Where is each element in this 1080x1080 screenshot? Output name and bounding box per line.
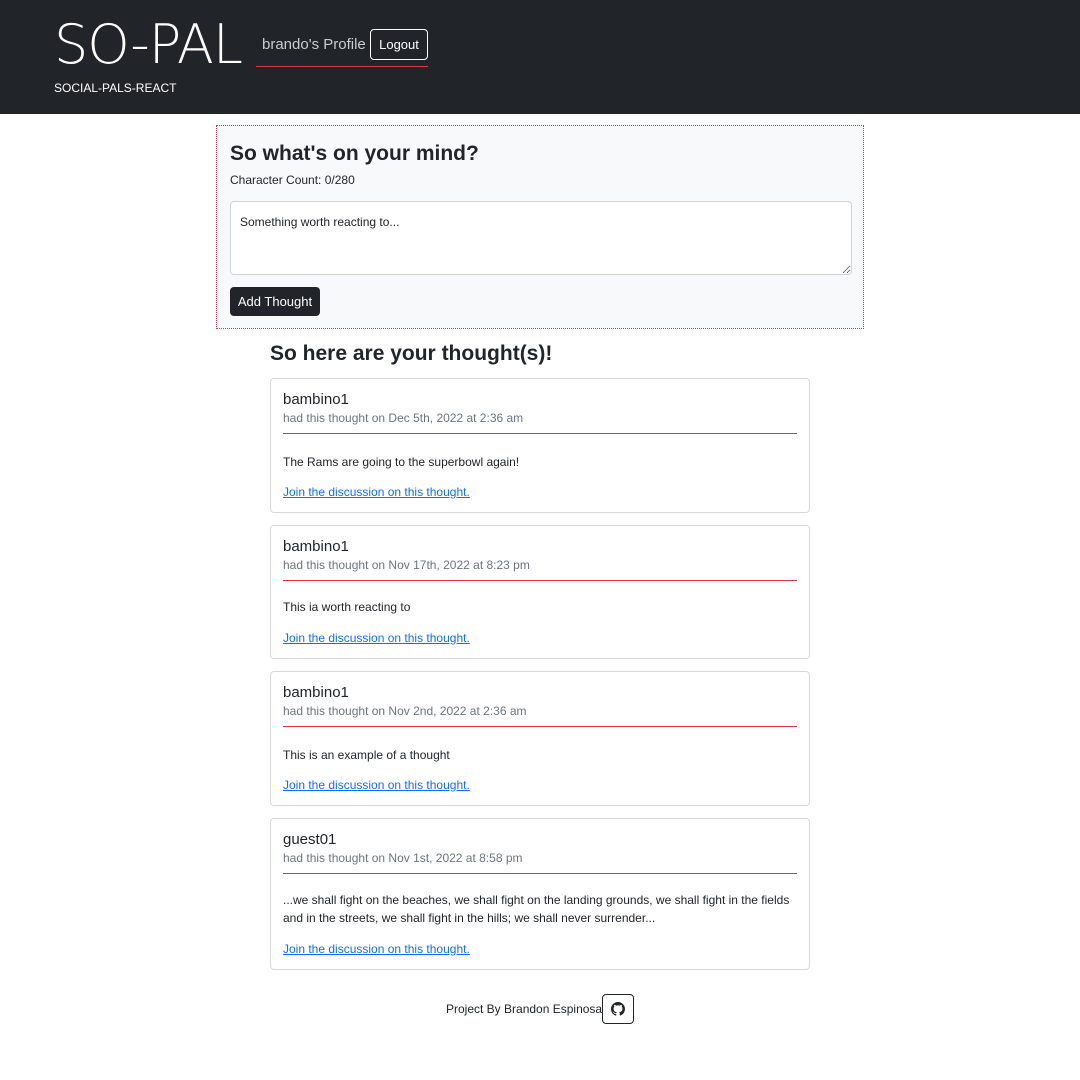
add-thought-button[interactable]: Add Thought	[230, 287, 320, 316]
thought-text: ...we shall fight on the beaches, we sha…	[283, 893, 790, 925]
join-discussion-link[interactable]: Join the discussion on this thought.	[283, 778, 470, 793]
thought-date: had this thought on Nov 17th, 2022 at 8:…	[283, 558, 530, 572]
thoughts-heading: So here are your thought(s)!	[270, 342, 553, 365]
card-divider	[283, 726, 797, 727]
thought-username: guest01	[283, 831, 337, 848]
thought-date: had this thought on Dec 5th, 2022 at 2:3…	[283, 411, 524, 425]
thought-username: bambino1	[283, 538, 349, 555]
logout-button[interactable]: Logout	[370, 29, 428, 60]
character-count: Character Count: 0/280	[230, 173, 355, 187]
profile-link[interactable]: brando's Profile	[262, 36, 366, 54]
site-footer: Project By Brandon Espinosa	[0, 994, 1080, 1024]
brand-subtitle: SOCIAL-PALS-REACT	[54, 81, 177, 95]
thought-text: This is an example of a thought	[283, 748, 450, 762]
thought-text: This ia worth reacting to	[283, 600, 411, 614]
join-discussion-link[interactable]: Join the discussion on this thought.	[283, 485, 470, 500]
profile-nav: brando's Profile Logout	[256, 29, 428, 67]
footer-credit: Project By Brandon Espinosa	[446, 1002, 603, 1016]
join-discussion-link[interactable]: Join the discussion on this thought.	[283, 942, 470, 957]
thought-card: bambino1 had this thought on Nov 2nd, 20…	[270, 671, 810, 806]
card-divider	[283, 433, 797, 434]
join-discussion-link[interactable]: Join the discussion on this thought.	[283, 631, 470, 646]
site-header: SO-PAL SOCIAL-PALS-REACT brando's Profil…	[0, 0, 1080, 114]
thought-textarea[interactable]	[230, 201, 852, 275]
form-title: So what's on your mind?	[230, 142, 479, 165]
thought-form: So what's on your mind? Character Count:…	[216, 125, 864, 329]
thought-card: bambino1 had this thought on Nov 17th, 2…	[270, 525, 810, 659]
github-button[interactable]	[602, 994, 634, 1024]
card-divider	[283, 873, 797, 874]
thought-date: had this thought on Nov 1st, 2022 at 8:5…	[283, 851, 523, 865]
thought-date: had this thought on Nov 2nd, 2022 at 2:3…	[283, 704, 527, 718]
thought-card: bambino1 had this thought on Dec 5th, 20…	[270, 378, 810, 513]
thought-username: bambino1	[283, 391, 349, 408]
thought-username: bambino1	[283, 684, 349, 701]
thought-card: guest01 had this thought on Nov 1st, 202…	[270, 818, 810, 970]
thought-text: The Rams are going to the superbowl agai…	[283, 455, 520, 469]
card-divider	[283, 580, 797, 581]
brand-title[interactable]: SO-PAL	[54, 13, 243, 77]
